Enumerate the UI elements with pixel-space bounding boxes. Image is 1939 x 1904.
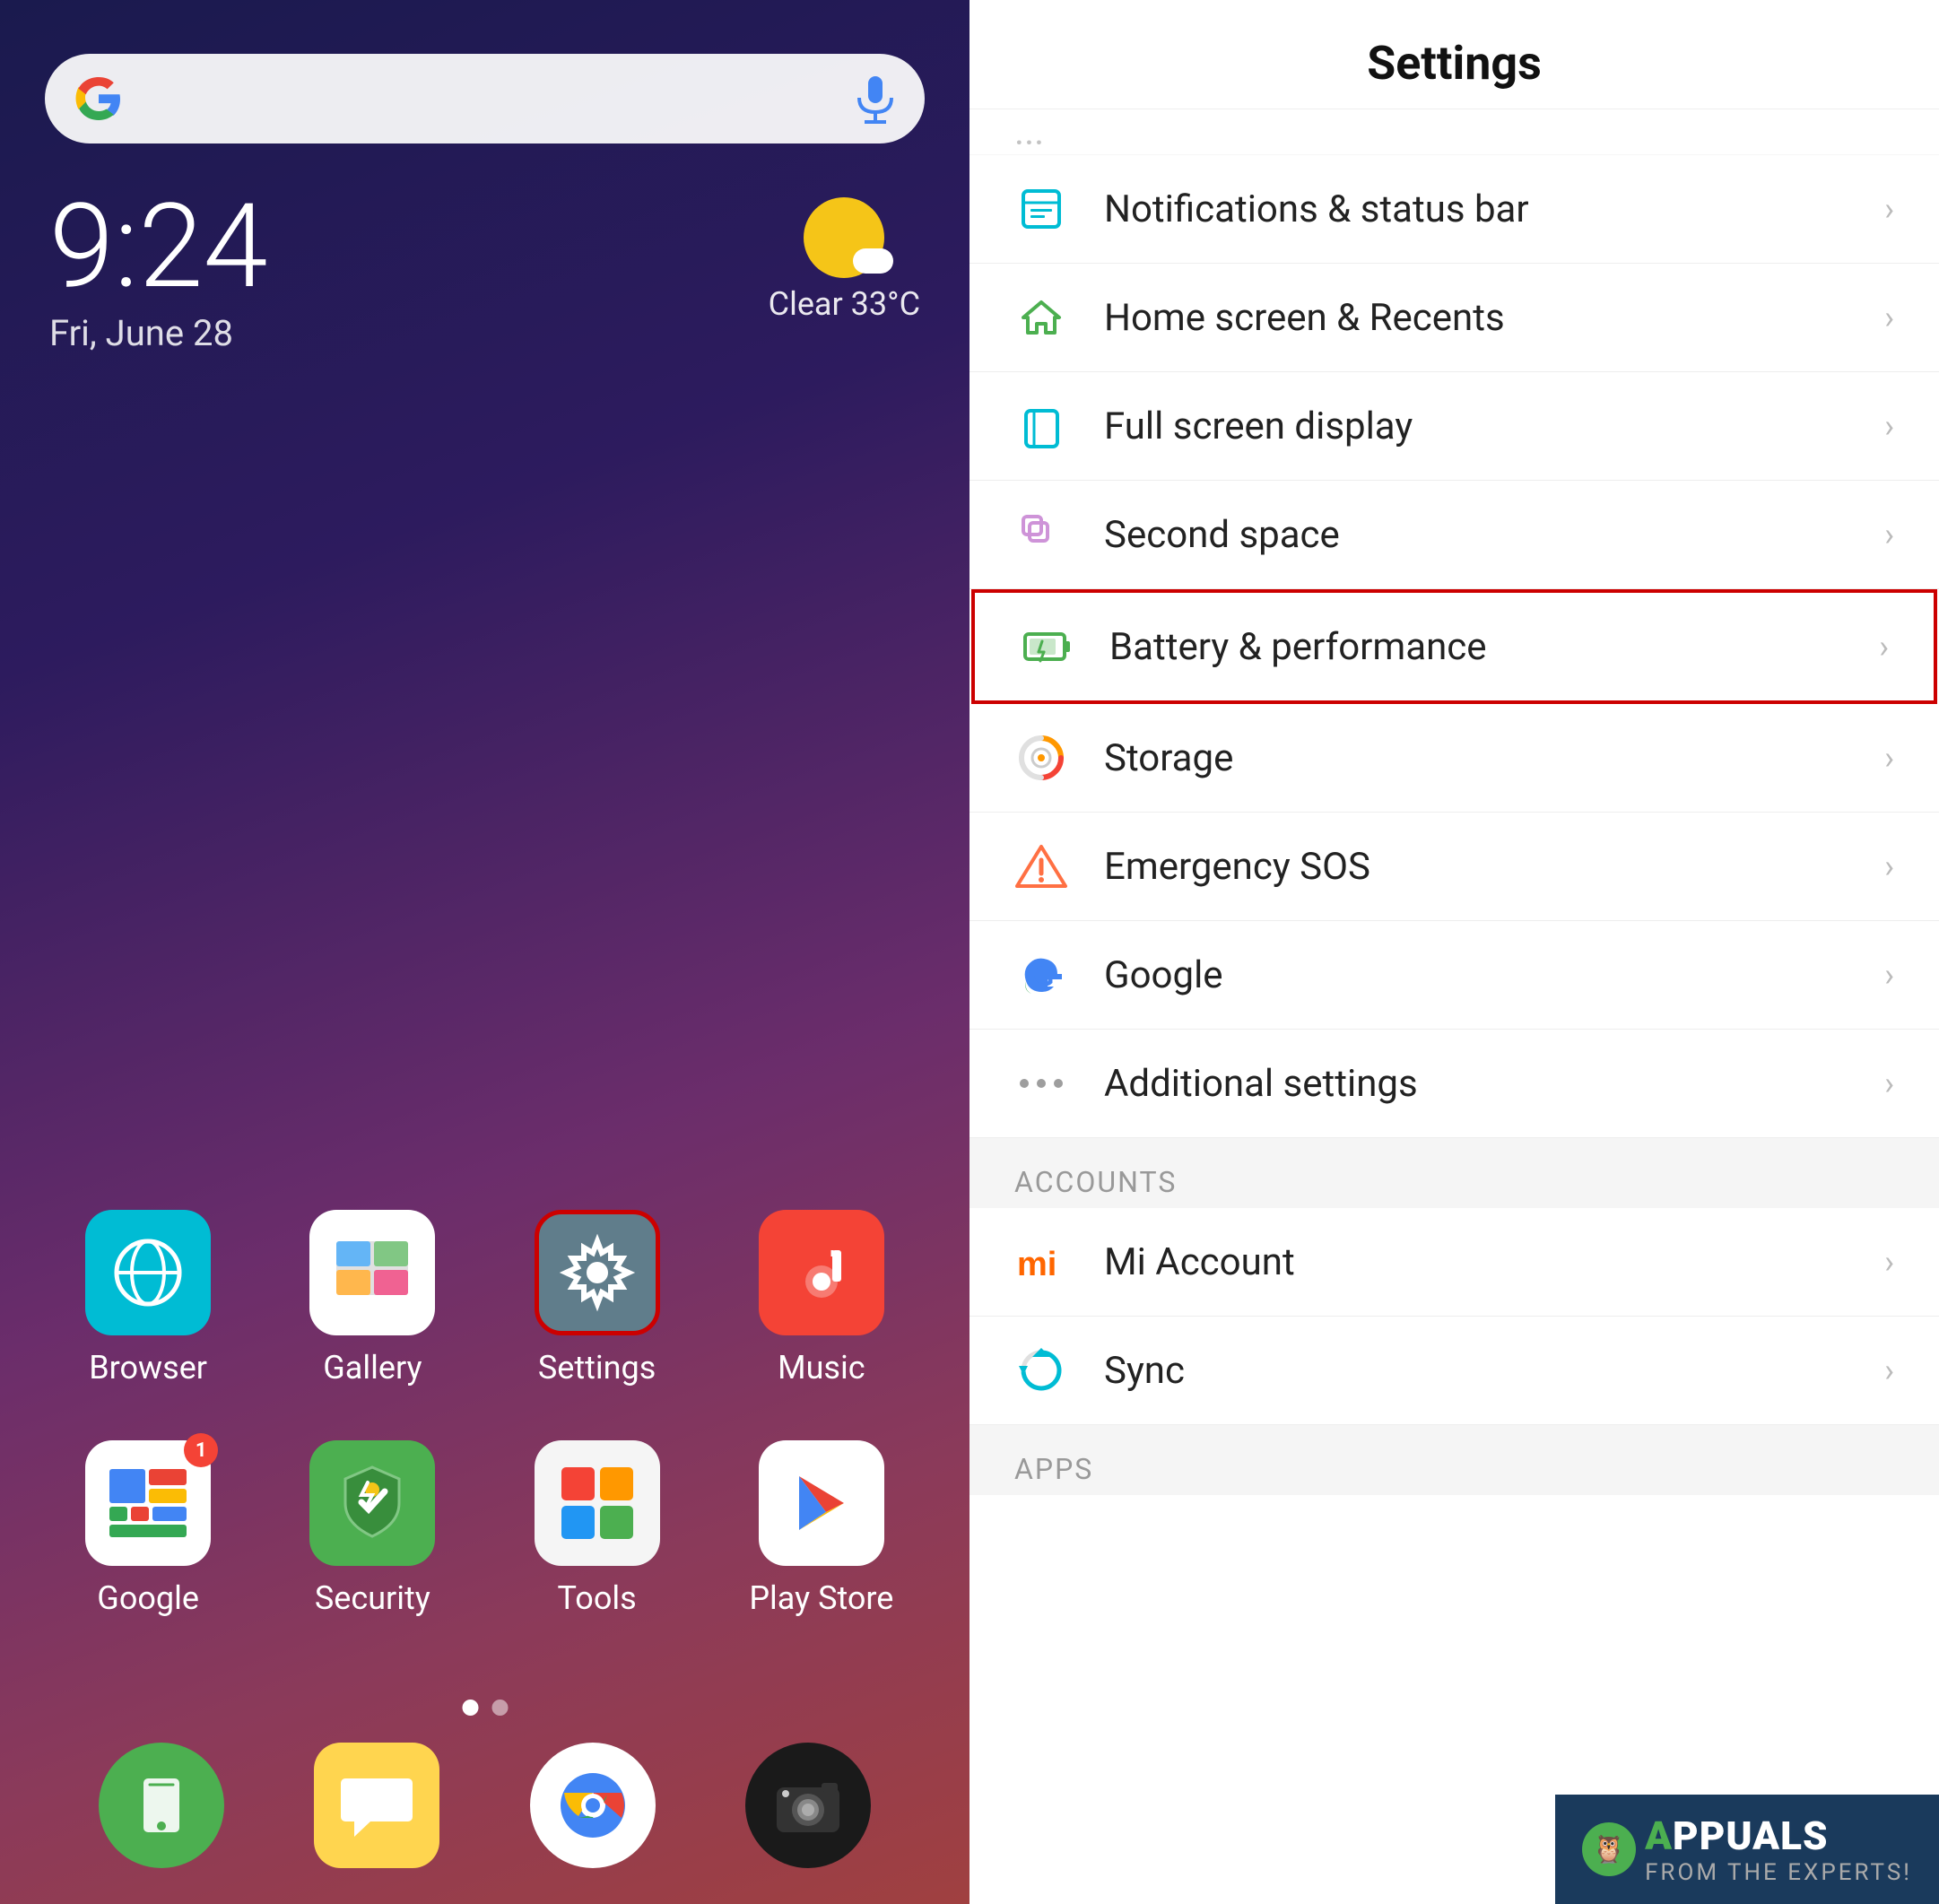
mi-account-label: Mi Account: [1104, 1240, 1884, 1284]
page-indicators: [462, 1700, 508, 1716]
settings-item-google[interactable]: G Google ›: [970, 921, 1939, 1030]
settings-item-second-space[interactable]: Second space ›: [970, 481, 1939, 589]
watermark: 🦉 APPUALS FROM THE EXPERTS!: [1555, 1795, 1939, 1904]
weather-icon: [804, 197, 884, 278]
chevron-icon: ›: [1884, 190, 1894, 228]
app-row-1: Browser Gallery: [36, 1210, 934, 1387]
tools-label: Tools: [558, 1579, 637, 1617]
second-space-icon: [1014, 508, 1068, 561]
chevron-icon: ›: [1884, 739, 1894, 777]
additional-label: Additional settings: [1104, 1062, 1884, 1106]
settings-item-additional[interactable]: Additional settings ›: [970, 1030, 1939, 1138]
dock-phone[interactable]: [99, 1743, 224, 1868]
notification-icon: [1014, 182, 1068, 236]
battery-icon: [1020, 620, 1074, 674]
chevron-icon: ›: [1884, 1352, 1894, 1389]
app-music[interactable]: Music: [732, 1210, 911, 1387]
storage-icon: [1014, 731, 1068, 785]
fullscreen-label: Full screen display: [1104, 404, 1884, 448]
notification-badge: 1: [184, 1433, 218, 1467]
fullscreen-icon: [1014, 399, 1068, 453]
dock-camera[interactable]: [745, 1743, 871, 1868]
mic-icon[interactable]: [853, 76, 898, 121]
dock-chrome[interactable]: [530, 1743, 656, 1868]
weather-display: Clear 33°C: [769, 197, 920, 323]
settings-item-home[interactable]: Home screen & Recents ›: [970, 264, 1939, 372]
settings-item-fullscreen[interactable]: Full screen display ›: [970, 372, 1939, 481]
sync-icon: [1014, 1343, 1068, 1397]
settings-item-mi-account[interactable]: mi Mi Account ›: [970, 1208, 1939, 1317]
app-gallery[interactable]: Gallery: [283, 1210, 462, 1387]
accounts-section-header: ACCOUNTS: [970, 1138, 1939, 1208]
app-browser[interactable]: Browser: [58, 1210, 238, 1387]
settings-item-sos[interactable]: Emergency SOS ›: [970, 813, 1939, 921]
chevron-icon: ›: [1884, 516, 1894, 553]
app-tools[interactable]: Tools: [508, 1440, 687, 1617]
chevron-icon: ›: [1884, 1243, 1894, 1281]
mi-icon: mi: [1014, 1235, 1068, 1289]
weather-info: Clear 33°C: [769, 285, 920, 323]
settings-item-storage[interactable]: Storage ›: [970, 704, 1939, 813]
dock-messages[interactable]: [314, 1743, 439, 1868]
settings-list: Notifications & status bar › Home screen…: [970, 155, 1939, 1904]
date: Fri, June 28: [49, 312, 268, 354]
settings-header: Settings: [970, 0, 1939, 109]
watermark-brand: APPUALS: [1645, 1813, 1912, 1859]
svg-text:mi: mi: [1017, 1246, 1056, 1283]
chevron-icon: ›: [1884, 1065, 1894, 1102]
home-icon: [1014, 291, 1068, 344]
app-security[interactable]: Security: [283, 1440, 462, 1617]
dock: [0, 1743, 970, 1868]
more-icon: [1014, 1056, 1068, 1110]
settings-item-notifications[interactable]: Notifications & status bar ›: [970, 155, 1939, 264]
settings-label: Settings: [538, 1349, 656, 1387]
home-label: Home screen & Recents: [1104, 296, 1884, 340]
sync-label: Sync: [1104, 1349, 1884, 1393]
time-display: 9:24 Fri, June 28: [49, 188, 268, 354]
google-logo: [72, 72, 126, 126]
storage-label: Storage: [1104, 736, 1884, 780]
settings-panel: Settings ... Notifications & status bar …: [970, 0, 1939, 1904]
search-bar[interactable]: [45, 54, 925, 143]
browser-label: Browser: [89, 1349, 207, 1387]
chevron-icon: ›: [1884, 848, 1894, 885]
settings-item-battery[interactable]: Battery & performance ›: [971, 589, 1937, 704]
google-label: Google: [97, 1579, 199, 1617]
partial-top-item: ...: [970, 109, 1939, 155]
watermark-sub: FROM THE EXPERTS!: [1645, 1859, 1912, 1886]
google-label: Google: [1104, 953, 1884, 997]
app-playstore[interactable]: Play Store: [732, 1440, 911, 1617]
chevron-icon: ›: [1884, 299, 1894, 336]
chevron-icon: ›: [1884, 407, 1894, 445]
app-row-2: 1 Google: [36, 1440, 934, 1617]
second-space-label: Second space: [1104, 513, 1884, 557]
chevron-icon: ›: [1884, 956, 1894, 994]
settings-title: Settings: [1367, 36, 1542, 91]
playstore-label: Play Store: [749, 1579, 893, 1617]
battery-label: Battery & performance: [1109, 625, 1879, 669]
sos-icon: [1014, 839, 1068, 893]
phone-screen: 9:24 Fri, June 28 Clear 33°C Bro: [0, 0, 970, 1904]
apps-grid: Browser Gallery: [0, 1210, 970, 1671]
dot-2: [491, 1700, 508, 1716]
settings-item-sync[interactable]: Sync ›: [970, 1317, 1939, 1425]
apps-section-header: APPS: [970, 1425, 1939, 1495]
time: 9:24: [49, 188, 268, 305]
svg-text:G: G: [1028, 957, 1055, 995]
gallery-label: Gallery: [323, 1349, 422, 1387]
google-settings-icon: G: [1014, 948, 1068, 1002]
security-label: Security: [315, 1579, 430, 1617]
sos-label: Emergency SOS: [1104, 845, 1884, 889]
chevron-icon: ›: [1879, 628, 1889, 665]
music-label: Music: [778, 1349, 865, 1387]
dot-1: [462, 1700, 478, 1716]
app-settings[interactable]: Settings: [508, 1210, 687, 1387]
app-google[interactable]: 1 Google: [58, 1440, 238, 1617]
notifications-label: Notifications & status bar: [1104, 187, 1884, 231]
